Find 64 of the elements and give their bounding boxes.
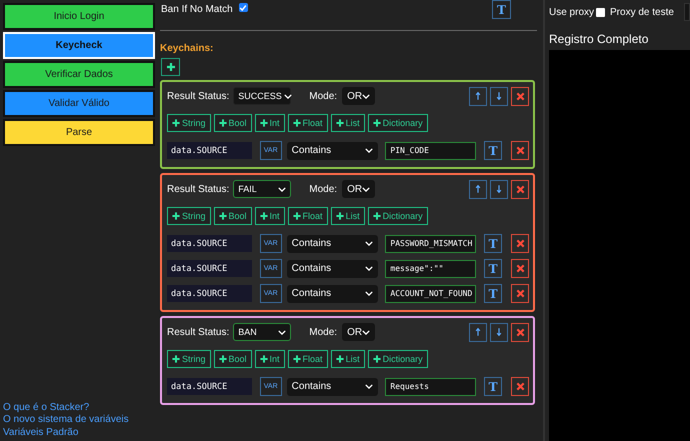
use-proxy-label: Use proxy	[549, 6, 594, 18]
add-type-button[interactable]: Bool	[214, 114, 252, 132]
add-type-button[interactable]: Dictionary	[368, 114, 428, 132]
variable-field[interactable]: data.SOURCE	[167, 142, 252, 159]
text-mode-button[interactable]: T	[492, 0, 511, 19]
comparer-dropdown[interactable]: Contains	[286, 284, 378, 302]
result-status-label: Result Status:	[167, 90, 230, 102]
comparer-dropdown[interactable]: Contains	[286, 378, 378, 396]
add-type-button[interactable]: Float	[288, 114, 328, 132]
ban-if-no-match-label: Ban If No Match	[161, 4, 233, 15]
add-type-button[interactable]: Int	[254, 350, 285, 368]
sidebar-item[interactable]: Inicio Login	[3, 3, 155, 30]
variable-field[interactable]: data.SOURCE	[167, 285, 252, 302]
value-field[interactable]: Requests	[385, 378, 476, 396]
mode-label: Mode:	[309, 90, 338, 102]
add-type-button[interactable]: String	[167, 350, 211, 368]
variable-field[interactable]: data.SOURCE	[167, 378, 252, 395]
keychains-label: Keychains:	[160, 43, 214, 54]
help-link[interactable]: Variáveis Padrão	[3, 426, 157, 439]
add-type-button[interactable]: List	[330, 114, 365, 132]
value-field[interactable]: PASSWORD_MISMATCH	[385, 234, 476, 252]
mode-dropdown[interactable]: OR	[342, 323, 376, 341]
add-type-button[interactable]: Float	[288, 350, 328, 368]
add-type-button[interactable]: Float	[288, 207, 328, 225]
comparer-dropdown[interactable]: Contains	[286, 234, 378, 252]
text-mode-button[interactable]: T	[484, 377, 502, 396]
add-type-button[interactable]: Bool	[214, 207, 252, 225]
result-status-dropdown[interactable]: SUCCESS	[233, 87, 292, 105]
value-field[interactable]: ACCOUNT_NOT_FOUND	[385, 284, 476, 302]
mode-dropdown[interactable]: OR	[342, 87, 376, 105]
add-type-button[interactable]: Int	[254, 114, 285, 132]
result-status-label: Result Status:	[167, 326, 230, 338]
proxy-test-label: Proxy de teste	[610, 6, 674, 18]
result-status-dropdown[interactable]: FAIL	[233, 180, 292, 198]
add-type-button[interactable]: Dictionary	[368, 350, 428, 368]
log-title: Registro Completo	[549, 32, 650, 46]
mode-label: Mode:	[309, 326, 338, 338]
mode-label: Mode:	[309, 184, 338, 194]
add-type-button[interactable]: String	[167, 207, 211, 225]
text-mode-button[interactable]: T	[484, 141, 502, 160]
comparer-dropdown[interactable]: Contains	[286, 260, 378, 278]
add-type-button[interactable]: Int	[254, 207, 285, 225]
result-status-dropdown[interactable]: BAN	[233, 323, 292, 341]
text-mode-button[interactable]: T	[484, 234, 502, 253]
sidebar-item[interactable]: Verificar Dados	[3, 61, 155, 88]
text-mode-button[interactable]: T	[484, 259, 502, 278]
result-status-label: Result Status:	[167, 184, 230, 194]
add-type-button[interactable]: List	[330, 350, 365, 368]
help-link[interactable]: O que é o Stacker?	[3, 402, 157, 414]
variable-field[interactable]: data.SOURCE	[167, 235, 252, 252]
comparer-dropdown[interactable]: Contains	[286, 142, 378, 160]
value-field[interactable]: message":""	[385, 260, 476, 278]
add-type-button[interactable]: Dictionary	[368, 207, 428, 225]
value-field[interactable]: PIN_CODE	[385, 142, 476, 160]
variable-field[interactable]: data.SOURCE	[167, 260, 252, 277]
add-type-button[interactable]: Bool	[214, 350, 252, 368]
text-mode-button[interactable]: T	[484, 284, 502, 303]
add-type-button[interactable]: List	[330, 207, 365, 225]
sidebar-item[interactable]: Validar Válido	[3, 90, 155, 117]
add-type-button[interactable]: String	[167, 114, 211, 132]
help-link[interactable]: O novo sistema de variáveis	[3, 414, 157, 426]
sidebar-item[interactable]: Parse	[3, 119, 155, 146]
sidebar-item[interactable]: Keycheck	[3, 32, 155, 59]
mode-dropdown[interactable]: OR	[342, 180, 376, 198]
